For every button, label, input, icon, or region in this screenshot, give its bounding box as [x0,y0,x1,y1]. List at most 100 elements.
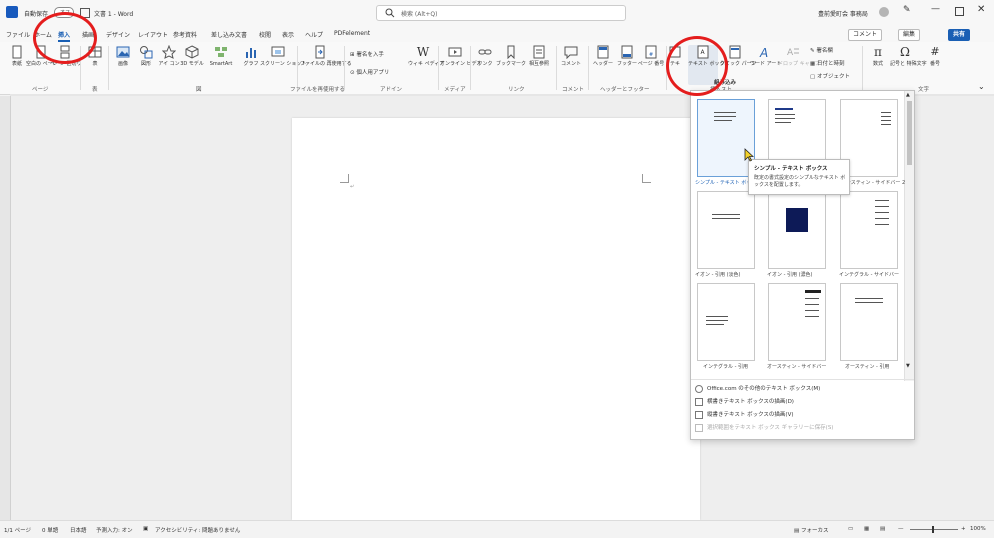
svg-text:A: A [787,48,794,58]
online-video-button[interactable]: オンライン ビデオ [440,45,482,67]
get-addins-button[interactable]: ⊞ 署名を入手 [350,50,384,58]
focus-button[interactable]: ▤ フォーカス [794,526,828,534]
gallery-thumb[interactable] [768,191,826,269]
signature-line-button[interactable]: ✎ 署名欄 [810,46,833,54]
screenshot-button[interactable]: スクリーン ショット [260,45,306,67]
tab-design[interactable]: デザイン [106,30,130,39]
macro-icon[interactable]: ▣ [143,526,148,532]
collapse-ribbon-icon[interactable]: ⌄ [978,82,985,91]
tab-layout[interactable]: レイアウト [138,30,168,39]
zoom-in-icon[interactable]: + [961,526,966,532]
tab-review[interactable]: 校閲 [259,30,271,39]
edit-button[interactable]: 編集 [898,29,921,41]
textbox-gallery[interactable]: ▲ ▼ 組み込み シンプル - テキスト ボックス オースティン - サイドバー… [690,80,915,440]
get-addins-label: 署名を入手 [356,52,384,58]
scroll-down-icon[interactable]: ▼ [906,363,910,369]
pen-icon[interactable]: ✎ [903,5,911,15]
tab-view[interactable]: 表示 [282,30,294,39]
tab-mailings[interactable]: 差し込み文書 [211,30,247,39]
focus-label: フォーカス [800,528,829,534]
thumb-line [855,298,883,299]
group-comments-label: コメント [562,87,585,93]
vertical-ruler [0,96,11,520]
symbols-button[interactable]: Ω 記号と 特殊文字 [890,45,927,67]
share-button[interactable]: 共有 [948,29,971,41]
print-layout-icon[interactable]: ▦ [864,526,869,532]
smartart-label: SmartArt [209,61,233,67]
scroll-up-icon[interactable]: ▲ [906,92,910,98]
thumb-line [805,304,819,305]
drop-cap-button[interactable]: A ドロップ キャップ [778,45,820,67]
search-input[interactable]: 検索 (Alt+Q) [376,5,626,21]
draw-vertical-textbox-menu-item[interactable]: 縦書きテキスト ボックスの描画(V) [707,410,793,418]
prediction-indicator[interactable]: 予測入力: オン [96,526,133,534]
bookmark-icon [507,45,515,59]
tab-references[interactable]: 参考資料 [173,30,197,39]
my-addins-button[interactable]: ⊙ 個人用アプリ [350,68,389,76]
annotation-circle-textbox [666,36,728,96]
bookmark-button[interactable]: ブックマーク [496,45,526,67]
accessibility-status[interactable]: アクセシビリティ: 問題ありません [155,526,240,534]
web-layout-icon[interactable]: ▤ [880,526,885,532]
gallery-scrollbar[interactable]: ▲ ▼ [904,91,914,381]
page-count[interactable]: 1/1 ページ [4,526,31,534]
gallery-thumb[interactable] [840,283,898,361]
zoom-level[interactable]: 100% [970,526,986,532]
gallery-thumb[interactable] [697,191,755,269]
equation-button[interactable]: π 数式 [863,45,893,67]
gallery-item-label: イオン - 引用 (濃色) [767,272,813,278]
object-button[interactable]: ▢ オブジェクト [810,72,850,80]
gallery-thumb[interactable] [840,191,898,269]
smartart-button[interactable]: SmartArt [202,45,240,67]
zoom-slider[interactable] [910,526,958,533]
word-logo [6,6,18,18]
gallery-item-label: イオン - 引用 (淡色) [695,272,741,278]
thumb-line [875,200,889,201]
gallery-thumb[interactable] [768,283,826,361]
avatar[interactable] [879,7,889,17]
tab-pdfelement[interactable]: PDFelement [334,30,370,37]
svg-text:A: A [759,46,768,59]
user-name[interactable]: 豊前愛町会 事務局 [818,9,868,18]
wordart-button[interactable]: A ワード アート [750,45,781,67]
close-icon[interactable]: ✕ [977,4,985,15]
new-comment-button[interactable]: コメント [556,45,586,67]
cross-reference-button[interactable]: 相互参照 [524,45,554,67]
save-selection-menu-item[interactable]: 選択範囲をテキスト ボックス ギャラリーに保存(S) [707,423,833,431]
thumb-line [875,218,889,219]
cross-reference-label: 相互参照 [528,61,549,67]
margin-mark-top-left [340,174,349,183]
thumb-line [714,120,732,121]
date-time-label: 日付と時刻 [816,61,845,67]
gallery-thumb[interactable] [697,99,755,177]
thumb-line [775,114,795,115]
scrollbar-thumb[interactable] [907,101,912,165]
tab-file[interactable]: ファイル [6,30,30,39]
header-icon [597,45,609,59]
read-mode-icon[interactable]: ▭ [848,526,853,532]
group-tables-label: 表 [92,87,98,93]
reuse-files-button[interactable]: ファイルの 再使用する [300,45,352,67]
zoom-out-icon[interactable]: — [898,526,904,532]
minimize-icon[interactable]: — [931,4,940,14]
page-number-button[interactable]: # ページ 番号 [636,45,666,67]
wikipedia-label: ウィキ ペディア [408,61,445,67]
wikipedia-button[interactable]: W ウィキ ペディア [408,45,445,67]
date-time-button[interactable]: ▦ 日付と時刻 [810,59,844,67]
wordart-icon: A [759,46,768,59]
thumb-line [805,316,819,317]
tab-help[interactable]: ヘルプ [305,30,323,39]
draw-horizontal-textbox-menu-item[interactable]: 横書きテキスト ボックスの描画(D) [707,397,794,405]
maximize-icon[interactable] [955,7,964,16]
word-count[interactable]: 0 単語 [42,526,58,534]
comment-icon [564,46,578,59]
language-indicator[interactable]: 日本語 [70,526,87,534]
number-button[interactable]: # 番号 [920,45,950,67]
more-textboxes-menu-item[interactable]: Office.com のその他のテキスト ボックス(M) [707,384,820,392]
document-title: 文書 1 - Word [94,11,134,18]
zoom-slider-thumb[interactable] [932,526,934,533]
tooltip-description: 既定の書式設定のシンプルなテキスト ボックスを配置します。 [754,175,846,188]
comment-button[interactable]: コメント [848,29,883,41]
document-page[interactable]: ↵ [292,118,700,520]
gallery-thumb[interactable] [697,283,755,361]
